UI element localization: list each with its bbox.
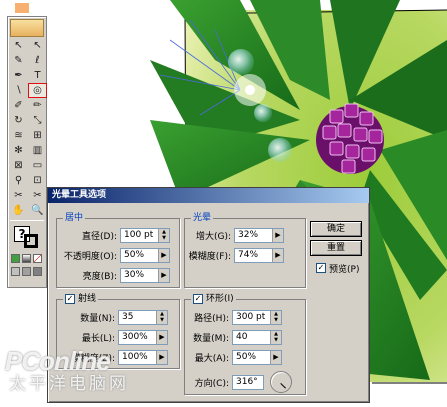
growth-label: 增大(G):	[195, 231, 231, 242]
rays-group-legend[interactable]: ✓ 射线	[63, 293, 99, 305]
rings-number-label: 数量(M):	[193, 333, 229, 344]
direct-selection-tool[interactable]: ↖	[29, 39, 46, 52]
dialog-titlebar[interactable]: 光晕工具选项	[48, 188, 369, 203]
mesh-tool[interactable]: ⊠	[10, 159, 27, 172]
rings-path-label: 路径(H):	[194, 313, 229, 324]
rotate-tool[interactable]: ↻	[10, 114, 27, 127]
center-group: 居中 直径(D): 100 pt ▲ ▼ 不透明度(O): 50% ▶ 亮度(B)…	[56, 212, 180, 288]
rays-checkbox[interactable]: ✓	[65, 294, 75, 304]
hand-tool[interactable]: ✋	[10, 204, 27, 217]
rings-number-stepper[interactable]: ▲ ▼	[270, 330, 281, 344]
diameter-input[interactable]: 100 pt ▲ ▼	[120, 227, 170, 243]
rings-checkbox[interactable]: ✓	[193, 294, 203, 304]
growth-input[interactable]: 32% ▶	[234, 227, 284, 243]
diameter-stepper[interactable]: ▲ ▼	[158, 228, 169, 242]
rings-group-legend[interactable]: ✓ 环形(I)	[191, 293, 236, 305]
rings-largest-input[interactable]: 50% ▶	[232, 349, 282, 365]
rays-number-label: 数量(N):	[80, 313, 115, 324]
preview-label: 预览(P)	[329, 264, 360, 275]
toolbox-panel: ↖ ↖ ✎ ℓ ✒ T ∖ ◎ ✐ ✏ ↻ ⤡ ≋ ⊞ ✻ ▥ ⊠ ▭ ⚲ ⊡ ✂ ✂ ✋ 🔍 ?	[7, 16, 47, 288]
rays-longest-input[interactable]: 300% ▶	[118, 329, 168, 345]
slice-tool[interactable]: ✂	[10, 189, 27, 202]
diameter-label: 直径(D):	[82, 231, 117, 242]
opacity-dropdown-arrow[interactable]: ▶	[158, 248, 169, 262]
blend-tool[interactable]: ⊡	[29, 174, 46, 187]
brightness-input[interactable]: 30% ▶	[120, 267, 170, 283]
free-transform-tool[interactable]: ⊞	[29, 129, 46, 142]
rings-direction-label: 方向(C):	[194, 378, 229, 389]
halo-group-legend: 光晕	[191, 212, 214, 224]
halo-fuzziness-input[interactable]: 74% ▶	[234, 247, 284, 263]
pencil-tool[interactable]: ✏	[29, 99, 46, 112]
rings-path-stepper[interactable]: ▲ ▼	[270, 310, 281, 324]
selection-tool[interactable]: ↖	[10, 39, 27, 52]
watermark: PConline 太平洋电脑网	[5, 348, 129, 394]
watermark-logo: PConline	[5, 346, 111, 376]
gradient-tool[interactable]: ▭	[29, 159, 46, 172]
rings-label: 环形(I)	[206, 294, 234, 304]
paintbrush-tool[interactable]: ✐	[10, 99, 27, 112]
screen-mode-full-menu[interactable]	[22, 267, 31, 276]
zoom-tool[interactable]: 🔍	[29, 204, 46, 217]
screen-mode-full[interactable]	[33, 267, 42, 276]
toolbox-divider	[10, 220, 44, 221]
line-tool[interactable]: ∖	[10, 84, 27, 97]
canvas-swatch	[15, 3, 29, 13]
screen-mode-row	[8, 267, 46, 276]
none-mode-button[interactable]	[33, 254, 42, 263]
flare-tool[interactable]: ◎	[28, 83, 47, 98]
rings-largest-dropdown-arrow[interactable]: ▶	[270, 350, 281, 364]
direction-dial[interactable]	[270, 371, 292, 393]
halo-group: 光晕 增大(G): 32% ▶ 模糊度(F): 74% ▶	[184, 212, 306, 288]
rings-path-input[interactable]: 300 pt ▲ ▼	[232, 309, 282, 325]
warp-tool[interactable]: ≋	[10, 129, 27, 142]
type-tool[interactable]: T	[29, 69, 46, 82]
column-graph-tool[interactable]: ▥	[29, 144, 46, 157]
center-group-legend: 居中	[63, 212, 86, 224]
toolbox-logo	[10, 19, 44, 37]
rings-direction-input[interactable]: 316°	[232, 374, 264, 390]
growth-dropdown-arrow[interactable]: ▶	[272, 228, 283, 242]
rays-longest-dropdown-arrow[interactable]: ▶	[156, 330, 167, 344]
rays-number-stepper[interactable]: ▲ ▼	[156, 310, 167, 324]
rings-number-input[interactable]: 40 ▲ ▼	[232, 329, 282, 345]
tool-grid: ↖ ↖ ✎ ℓ ✒ T ∖ ◎ ✐ ✏ ↻ ⤡ ≋ ⊞ ✻ ▥ ⊠ ▭ ⚲ ⊡ ✂ ✂ ✋ 🔍	[8, 39, 47, 217]
brightness-dropdown-arrow[interactable]: ▶	[158, 268, 169, 282]
fill-stroke-control[interactable]: ?	[12, 224, 42, 250]
screen-mode-standard[interactable]	[11, 267, 20, 276]
color-mode-button[interactable]	[11, 254, 20, 263]
watermark-chinese: 太平洋电脑网	[9, 374, 129, 394]
rays-number-input[interactable]: 35 ▲ ▼	[118, 309, 168, 325]
rays-label: 射线	[78, 294, 97, 304]
rings-largest-label: 最大(A):	[194, 353, 229, 364]
magic-wand-tool[interactable]: ✎	[10, 54, 27, 67]
halo-fuzziness-dropdown-arrow[interactable]: ▶	[272, 248, 283, 262]
opacity-input[interactable]: 50% ▶	[120, 247, 170, 263]
brightness-label: 亮度(B):	[82, 271, 117, 282]
opacity-label: 不透明度(O):	[63, 251, 117, 262]
pen-tool[interactable]: ✒	[10, 69, 27, 82]
eyedropper-tool[interactable]: ⚲	[10, 174, 27, 187]
stroke-swatch[interactable]	[24, 234, 38, 248]
preview-option[interactable]: ✓ 预览(P)	[316, 260, 359, 276]
halo-fuzziness-label: 模糊度(F):	[188, 251, 231, 262]
ok-button[interactable]: 确定	[310, 221, 362, 237]
rays-longest-label: 最长(L):	[81, 333, 115, 344]
color-mode-row	[8, 254, 46, 263]
preview-checkbox[interactable]: ✓	[316, 263, 326, 273]
scissors-tool[interactable]: ✂	[29, 189, 46, 202]
gradient-mode-button[interactable]	[22, 254, 31, 263]
reset-button[interactable]: 重置	[310, 240, 362, 256]
scale-tool[interactable]: ⤡	[29, 114, 46, 127]
lasso-tool[interactable]: ℓ	[29, 54, 46, 67]
rays-fuzziness-dropdown-arrow[interactable]: ▶	[156, 350, 167, 364]
symbol-sprayer-tool[interactable]: ✻	[10, 144, 27, 157]
rings-group: ✓ 环形(I) 路径(H): 300 pt ▲ ▼ 数量(M): 40 ▲ ▼ 最大(…	[184, 293, 306, 395]
